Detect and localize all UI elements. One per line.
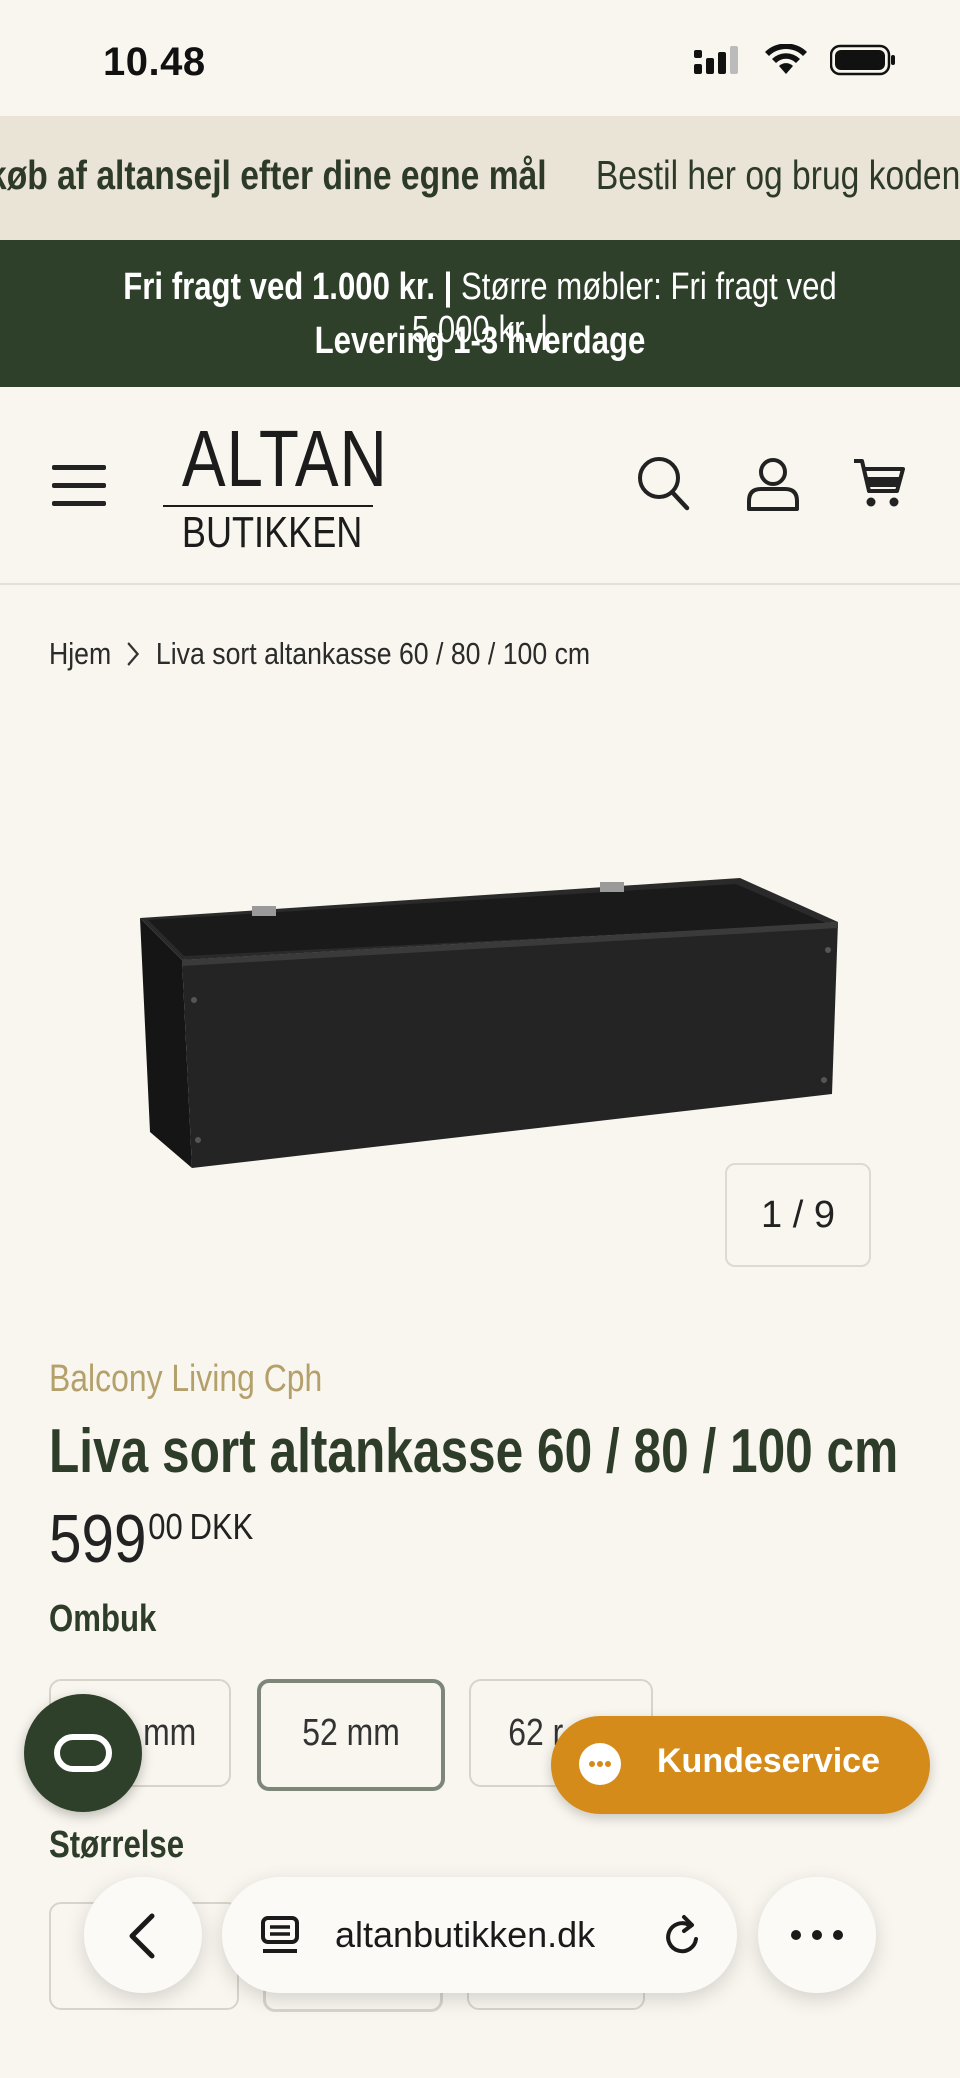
ombuk-option-selected[interactable]: 52 mm	[257, 1679, 445, 1791]
reload-icon[interactable]	[662, 1913, 704, 1957]
account-icon[interactable]	[746, 457, 800, 511]
customer-service-label: Kundeservice	[657, 1742, 880, 1780]
status-time: 10.48	[103, 40, 206, 84]
chevron-right-icon	[127, 642, 140, 666]
product-title: Liva sort altankasse 60 / 80 / 100 cm	[49, 1417, 899, 1486]
shipping-delivery: Levering 1-3 hverdage	[314, 320, 646, 362]
logo-wordmark-bottom: BUTIKKEN	[181, 508, 363, 557]
hamburger-menu-icon[interactable]	[52, 463, 106, 507]
price-main: 599	[49, 1501, 147, 1577]
store-logo[interactable]: ALTAN BUTIKKEN	[163, 414, 388, 557]
page-menu-icon[interactable]	[260, 1915, 302, 1957]
product-image[interactable]	[140, 870, 840, 1180]
marquee-item: Bestil her og brug koden S	[595, 152, 960, 198]
breadcrumb-current: Liva sort altankasse 60 / 80 / 100 cm	[155, 636, 591, 671]
breadcrumb-home[interactable]: Hjem	[49, 636, 111, 672]
status-icons	[694, 44, 896, 76]
wifi-icon	[765, 44, 807, 74]
address-bar[interactable]: altanbutikken.dk	[222, 1877, 737, 1993]
cellular-signal-icon	[694, 46, 738, 74]
price-decimals: 00	[148, 1506, 183, 1547]
battery-icon	[830, 44, 895, 76]
browser-more-button[interactable]	[758, 1877, 876, 1993]
announcement-marquee[interactable]: køb af altansejl efter dine egne mål Best…	[0, 116, 960, 240]
search-icon[interactable]	[636, 455, 690, 511]
ellipsis-icon	[791, 1930, 843, 1940]
breadcrumb: Hjem Liva sort altankasse 60 / 80 / 100 …	[49, 636, 590, 672]
site-header: ALTAN BUTIKKEN	[0, 387, 960, 585]
price-currency: DKK	[189, 1506, 254, 1547]
customer-service-button[interactable]: Kundeservice	[551, 1716, 930, 1814]
browser-back-button[interactable]	[84, 1877, 202, 1993]
shipping-free-freight: Fri fragt ved 1.000 kr. |	[123, 266, 453, 308]
status-bar: 10.48	[0, 0, 960, 116]
logo-divider	[163, 505, 373, 507]
product-vendor[interactable]: Balcony Living Cph	[49, 1358, 322, 1401]
ombuk-option-label: 52 mm	[302, 1712, 400, 1754]
ombuk-option-label: mm	[143, 1712, 197, 1754]
link-loop-icon	[54, 1734, 112, 1772]
rewards-button[interactable]	[24, 1694, 142, 1812]
logo-wordmark-top: ALTAN	[181, 414, 388, 503]
marquee-item: køb af altansejl efter dine egne mål	[0, 152, 547, 198]
chat-bubble-icon	[579, 1743, 621, 1785]
cart-icon[interactable]	[852, 457, 906, 511]
image-counter: 1 / 9	[725, 1163, 871, 1267]
size-label: Størrelse	[49, 1824, 185, 1866]
ombuk-label: Ombuk	[49, 1598, 157, 1640]
product-price: 59900 DKK	[49, 1500, 253, 1578]
url-text: altanbutikken.dk	[335, 1914, 596, 1955]
chevron-left-icon	[129, 1913, 155, 1959]
shipping-banner: Fri fragt ved 1.000 kr. | Større møbler:…	[0, 240, 960, 387]
